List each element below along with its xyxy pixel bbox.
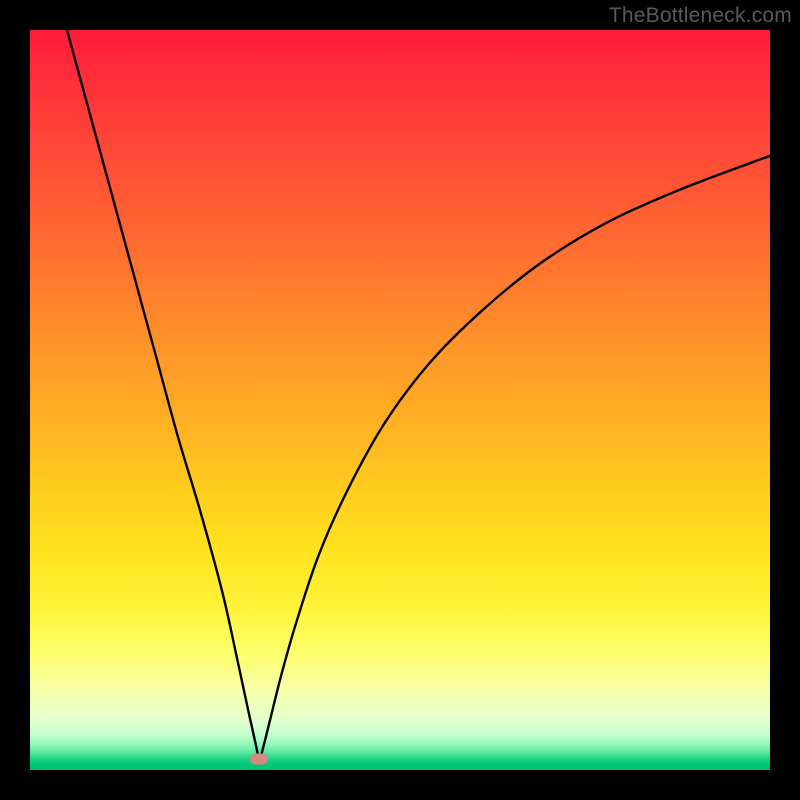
plot-area xyxy=(30,30,770,770)
watermark-text: TheBottleneck.com xyxy=(609,4,792,28)
optimum-marker xyxy=(250,753,268,764)
bottleneck-curve xyxy=(30,30,770,770)
chart-frame: TheBottleneck.com xyxy=(0,0,800,800)
